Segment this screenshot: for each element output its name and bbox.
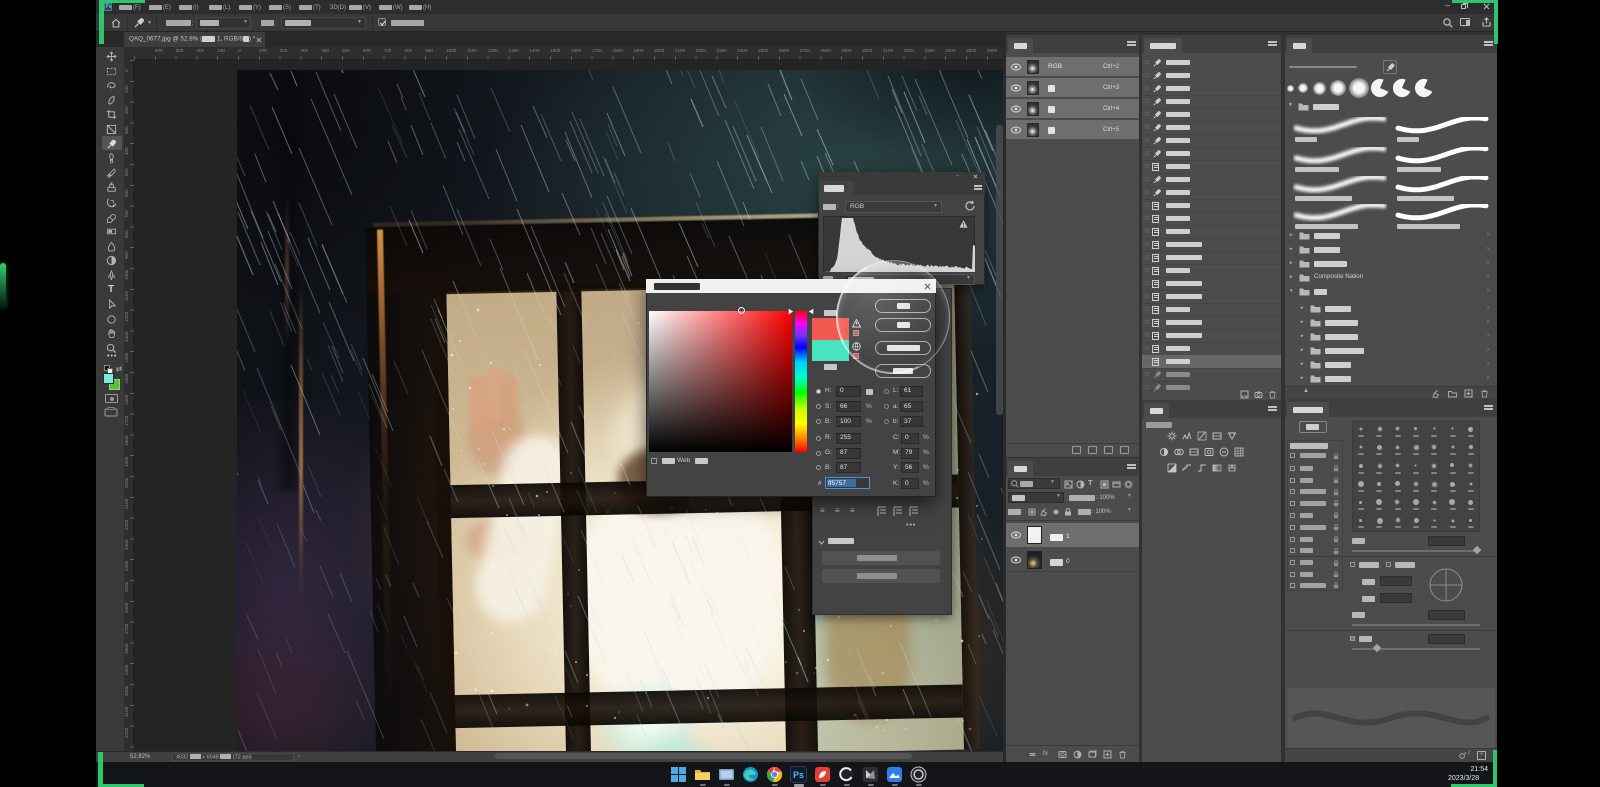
svg-text:Ps: Ps (793, 770, 804, 780)
